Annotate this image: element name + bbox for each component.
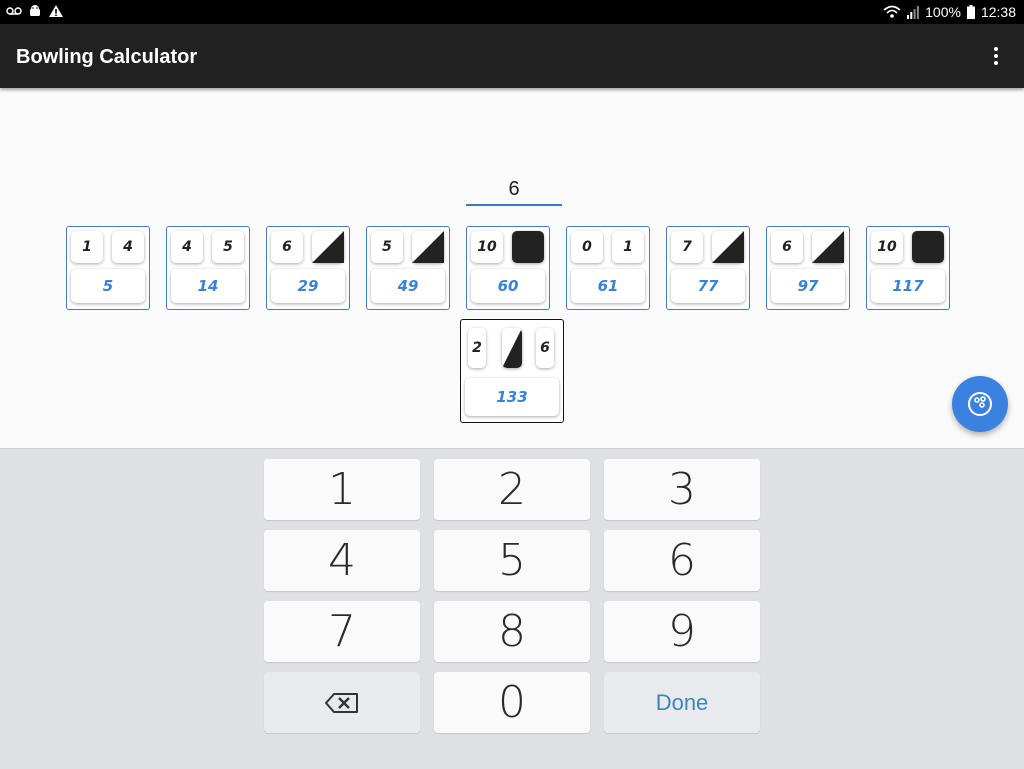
- frame-total: 60: [471, 269, 545, 303]
- frame-total: 49: [371, 269, 445, 303]
- key-8[interactable]: 8: [434, 601, 590, 662]
- roll-1-box: 10: [471, 231, 503, 263]
- pins-input[interactable]: [466, 174, 562, 206]
- done-key[interactable]: Done: [604, 672, 760, 733]
- frame-6[interactable]: 0 1 61: [566, 226, 650, 310]
- roll-3-box: 6: [536, 328, 554, 368]
- spare-mark-box: [312, 231, 344, 263]
- spare-mark-box: [712, 231, 744, 263]
- roll-1-box: 1: [71, 231, 103, 263]
- bowling-ball-icon: [968, 392, 992, 416]
- roll-1-box: 2: [468, 328, 486, 368]
- roll-2-box: 1: [612, 231, 644, 263]
- spare-mark-box: [412, 231, 444, 263]
- spare-mark-box: [502, 328, 522, 368]
- frame-total: 133: [465, 378, 559, 416]
- android-icon: [30, 5, 40, 16]
- frame-10[interactable]: 2 6 133: [460, 319, 564, 423]
- frame-3[interactable]: 6 29: [266, 226, 350, 310]
- key-7[interactable]: 7: [264, 601, 420, 662]
- wifi-icon: [883, 5, 901, 18]
- clock: 12:38: [980, 4, 1016, 20]
- frame-total: 117: [871, 269, 945, 303]
- battery-icon: [966, 5, 975, 19]
- frame-total: 77: [671, 269, 745, 303]
- signal-icon: [907, 6, 920, 19]
- key-3[interactable]: 3: [604, 459, 760, 520]
- key-0[interactable]: 0: [434, 672, 590, 733]
- status-icons-right: 100% 12:38: [883, 3, 1016, 21]
- roll-2-box: 4: [112, 231, 144, 263]
- key-9[interactable]: 9: [604, 601, 760, 662]
- spare-icon: [312, 231, 344, 263]
- battery-percent: 100%: [925, 4, 961, 20]
- frame-7[interactable]: 7 77: [666, 226, 750, 310]
- status-icons-left: [6, 4, 64, 18]
- numeric-keypad: 1 2 3 4 5 6 7 8 9 0 Done: [0, 448, 1024, 769]
- overflow-menu-icon[interactable]: [984, 44, 1008, 68]
- spare-icon: [412, 231, 444, 263]
- key-5[interactable]: 5: [434, 530, 590, 591]
- status-bar: 100% 12:38: [0, 0, 1024, 24]
- key-4[interactable]: 4: [264, 530, 420, 591]
- spare-icon: [502, 328, 522, 368]
- frame-total: 29: [271, 269, 345, 303]
- spare-icon: [712, 231, 744, 263]
- backspace-icon: [325, 692, 358, 713]
- frame-total: 61: [571, 269, 645, 303]
- backspace-key[interactable]: [264, 672, 420, 733]
- roll-1-box: 4: [171, 231, 203, 263]
- key-1[interactable]: 1: [264, 459, 420, 520]
- app-bar: Bowling Calculator: [0, 24, 1024, 88]
- key-2[interactable]: 2: [434, 459, 590, 520]
- frame-9[interactable]: 10 117: [866, 226, 950, 310]
- frame-total: 97: [771, 269, 845, 303]
- bowling-ball-button[interactable]: [952, 376, 1008, 432]
- frame-total: 5: [71, 269, 145, 303]
- strike-icon: [512, 231, 544, 263]
- voicemail-icon: [6, 7, 22, 15]
- frame-5[interactable]: 10 60: [466, 226, 550, 310]
- roll-1-box: 6: [771, 231, 803, 263]
- roll-1-box: 6: [271, 231, 303, 263]
- strike-icon: [912, 231, 944, 263]
- frame-4[interactable]: 5 49: [366, 226, 450, 310]
- roll-1-box: 7: [671, 231, 703, 263]
- spare-mark-box: [812, 231, 844, 263]
- frame-8[interactable]: 6 97: [766, 226, 850, 310]
- key-6[interactable]: 6: [604, 530, 760, 591]
- roll-1-box: 10: [871, 231, 903, 263]
- frame-total: 14: [171, 269, 245, 303]
- roll-1-box: 5: [371, 231, 403, 263]
- warning-icon: [49, 5, 63, 17]
- spare-icon: [812, 231, 844, 263]
- frame-1[interactable]: 1 4 5: [66, 226, 150, 310]
- roll-2-box: 5: [212, 231, 244, 263]
- roll-1-box: 0: [571, 231, 603, 263]
- app-title: Bowling Calculator: [16, 46, 198, 68]
- frame-2[interactable]: 4 5 14: [166, 226, 250, 310]
